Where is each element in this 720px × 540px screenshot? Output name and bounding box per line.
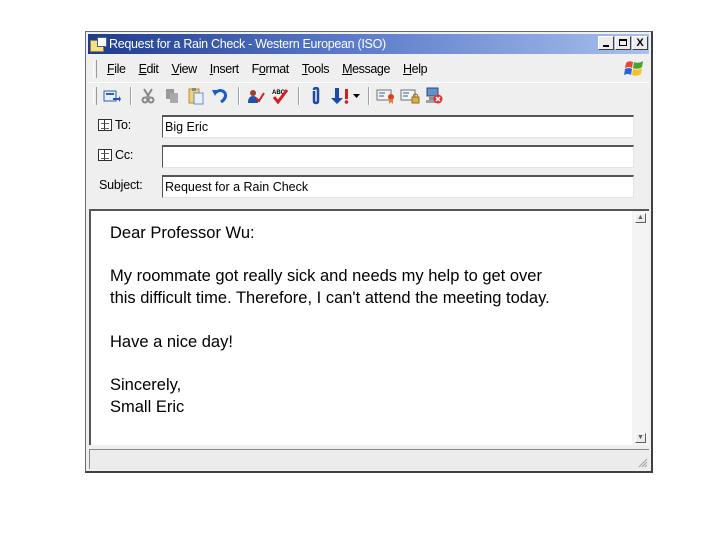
title-bar[interactable]: Request for a Rain Check - Western Europ…	[88, 34, 649, 54]
to-button[interactable]: To:	[98, 118, 131, 132]
menu-bar: File Edit View Insert Format Tools Messa…	[88, 57, 649, 81]
menu-label: rmat	[265, 62, 289, 76]
compose-window: Request for a Rain Check - Western Europ…	[85, 31, 653, 473]
to-row: To: Big Eric	[88, 112, 649, 138]
address-book-icon	[98, 119, 112, 131]
menu-accel: E	[138, 62, 147, 76]
menu-view[interactable]: View	[172, 62, 198, 76]
close-button[interactable]: X	[632, 36, 648, 50]
check-names-button[interactable]	[245, 85, 267, 107]
spelling-icon: ABC	[272, 89, 289, 104]
maximize-icon	[619, 39, 627, 46]
minimize-button[interactable]	[598, 36, 614, 50]
priority-button[interactable]	[329, 85, 351, 107]
menu-label: F	[251, 62, 260, 76]
menu-label: nsert	[212, 62, 239, 76]
menu-accel: M	[342, 62, 353, 76]
toolbar-grip[interactable]	[93, 87, 97, 105]
encrypt-icon	[400, 89, 420, 104]
copy-icon	[166, 89, 178, 103]
vertical-scrollbar[interactable]: ▲ ▼	[632, 211, 649, 445]
menu-label: ools	[307, 62, 330, 76]
encrypt-button[interactable]	[399, 85, 421, 107]
menu-format[interactable]: Format	[251, 62, 290, 76]
undo-button[interactable]	[209, 85, 231, 107]
send-icon	[103, 90, 121, 102]
subject-field[interactable]: Request for a Rain Check	[162, 175, 634, 198]
menu-tools[interactable]: Tools	[302, 62, 330, 76]
attach-button[interactable]	[305, 85, 327, 107]
status-bar	[89, 449, 649, 469]
menu-label: ile	[114, 62, 126, 76]
undo-icon	[212, 89, 227, 104]
address-fields: To: Big Eric Cc: Subject: Request for a …	[88, 112, 649, 208]
maximize-button[interactable]	[615, 36, 631, 50]
paste-button[interactable]	[185, 85, 207, 107]
subject-label: Subject:	[99, 178, 143, 192]
digital-sign-icon	[376, 89, 394, 104]
toolbar: ABC	[88, 82, 649, 109]
menu-grip[interactable]	[93, 60, 97, 78]
minimize-icon	[603, 45, 609, 47]
menu-edit[interactable]: Edit	[139, 62, 159, 76]
spelling-button[interactable]: ABC	[269, 85, 291, 107]
cut-button[interactable]	[137, 85, 159, 107]
subject-row: Subject: Request for a Rain Check	[88, 172, 649, 198]
toolbar-separator	[298, 87, 300, 105]
scroll-up-button[interactable]: ▲	[635, 213, 646, 223]
window-title: Request for a Rain Check - Western Europ…	[109, 37, 386, 51]
close-icon: X	[636, 37, 644, 49]
copy-button[interactable]	[161, 85, 183, 107]
resize-grip-icon[interactable]	[636, 456, 648, 468]
menu-label: essage	[352, 62, 391, 76]
menu-help[interactable]: Help	[403, 62, 428, 76]
menu-file[interactable]: File	[107, 62, 126, 76]
priority-icon	[331, 88, 349, 104]
send-button[interactable]	[101, 85, 123, 107]
menu-label: elp	[411, 62, 428, 76]
message-body[interactable]: Dear Professor Wu: My roommate got reall…	[89, 209, 649, 445]
new-message-icon	[90, 37, 107, 52]
priority-dropdown-arrow[interactable]	[351, 85, 361, 107]
paste-icon	[188, 88, 204, 105]
scroll-down-icon: ▼	[637, 434, 644, 441]
paperclip-icon	[312, 87, 320, 105]
chevron-down-icon	[352, 94, 360, 98]
work-offline-icon	[426, 87, 443, 104]
menu-accel: H	[403, 62, 412, 76]
menu-label: iew	[179, 62, 197, 76]
cc-row: Cc:	[88, 142, 649, 168]
cc-button[interactable]: Cc:	[98, 148, 133, 162]
check-names-icon	[248, 90, 265, 103]
toolbar-separator	[130, 87, 132, 105]
toolbar-separator	[368, 87, 370, 105]
cc-field[interactable]	[162, 145, 634, 168]
scroll-down-button[interactable]: ▼	[635, 433, 646, 443]
menu-label: dit	[146, 62, 159, 76]
sign-button[interactable]	[375, 85, 397, 107]
windows-logo-icon	[624, 61, 643, 76]
to-label: To:	[115, 118, 132, 132]
address-book-icon	[98, 149, 112, 161]
toolbar-separator	[238, 87, 240, 105]
work-offline-button[interactable]	[423, 85, 445, 107]
menu-message[interactable]: Message	[342, 62, 390, 76]
message-body-text[interactable]: Dear Professor Wu: My roommate got reall…	[110, 223, 619, 418]
to-field[interactable]: Big Eric	[162, 115, 634, 138]
scroll-up-icon: ▲	[637, 214, 644, 221]
menu-insert[interactable]: Insert	[210, 62, 239, 76]
cc-label: Cc:	[115, 148, 134, 162]
cut-icon	[141, 88, 155, 104]
